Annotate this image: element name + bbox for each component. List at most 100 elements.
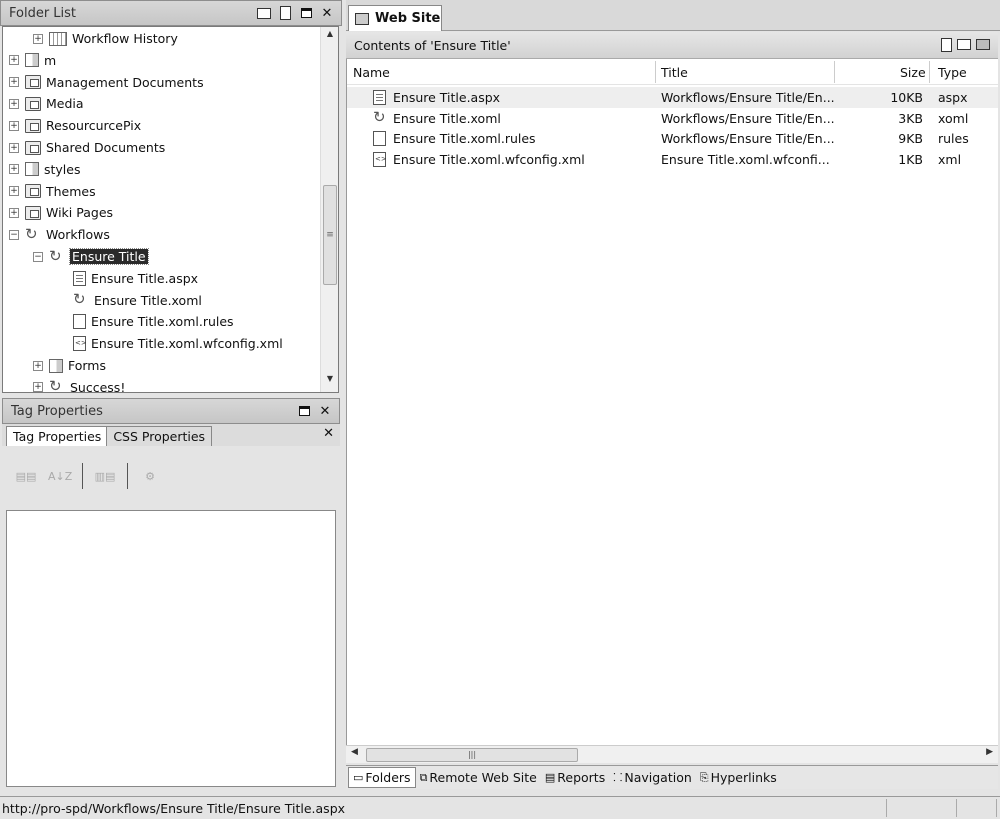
scroll-right-icon[interactable]: ▶ [986,747,993,757]
tree-item[interactable]: + m [9,50,56,71]
tree-item[interactable]: − Ensure Title [33,246,149,267]
tree-item[interactable]: Ensure Title.xoml [73,290,202,311]
maximize-icon[interactable] [298,6,314,20]
tree-item[interactable]: Ensure Title.aspx [73,268,198,289]
reports-icon: ▤ [544,771,556,784]
tree-item-label: ResourcurcePix [46,118,142,134]
expand-icon[interactable]: + [9,164,19,175]
expand-icon[interactable]: + [9,77,19,88]
file-row[interactable]: Ensure Title.xoml.wfconfig.xml Ensure Tit… [347,149,998,170]
tree-item[interactable]: + ResourcurcePix [9,115,141,136]
reports-view-button[interactable]: ▤ Reports [541,768,609,787]
tree-item[interactable]: + Success! [33,377,126,393]
folders-view-button[interactable]: ▭ Folders [348,767,416,788]
expand-icon[interactable]: + [9,55,19,66]
column-title[interactable]: Title [661,65,688,80]
expand-icon[interactable]: + [33,33,43,44]
tab-tag-properties[interactable]: Tag Properties [6,426,109,446]
up-folder-icon[interactable] [976,38,990,55]
remote-web-site-view-button[interactable]: ⧉ Remote Web Site [416,768,541,787]
tree-item[interactable]: + Wiki Pages [9,202,113,223]
column-size[interactable]: Size [900,65,926,80]
close-icon[interactable]: ✕ [319,6,335,21]
status-cell [956,799,996,817]
tree-item[interactable]: Ensure Title.xoml.rules [73,311,234,332]
file-row[interactable]: Ensure Title.xoml Workflows/Ensure Title/… [347,108,998,129]
xml-file-icon [73,336,87,352]
file-title: Ensure Title.xoml.wfconfi... [661,151,830,167]
horizontal-scrollbar[interactable]: ◀ ||| ▶ [346,745,998,763]
close-icon[interactable]: ✕ [317,404,333,419]
document-tabstrip: Web Site [346,0,1000,31]
folder-list-tree[interactable]: + Workflow History + m + Management Documents… [2,26,339,393]
library-folder-icon [25,118,41,133]
tree-item[interactable]: + Themes [9,181,96,202]
contents-header: Contents of 'Ensure Title' [346,32,998,59]
scroll-left-icon[interactable]: ◀ [351,747,358,757]
navigation-view-button[interactable]: ⸬ Navigation [609,768,696,787]
file-row[interactable]: Ensure Title.xoml.rules Workflows/Ensure … [347,128,998,149]
sort-az-icon[interactable]: A↓Z [48,470,72,483]
hyperlinks-view-button[interactable]: ⎘ Hyperlinks [696,768,781,787]
collapse-icon[interactable]: − [33,251,43,262]
tree-item[interactable]: + Shared Documents [9,137,165,158]
tab-web-site[interactable]: Web Site [348,5,442,31]
tree-item[interactable]: Ensure Title.xoml.wfconfig.xml [73,333,283,354]
file-type: xoml [938,110,969,126]
tree-item-label: Themes [46,183,96,199]
tree-item-label: Media [46,96,84,112]
blank-file-icon [73,314,86,330]
tree-item-label: Management Documents [46,74,204,90]
expand-icon[interactable]: + [33,360,43,371]
categorized-icon[interactable]: ▤▤ [14,470,38,483]
collapse-icon[interactable]: − [9,229,19,240]
file-row[interactable]: Ensure Title.aspx Workflows/Ensure Title/… [347,87,998,108]
tag-properties-icon[interactable]: ⚙ [138,470,162,483]
scroll-down-icon[interactable]: ▼ [321,374,338,390]
workflow-folder-icon [25,225,41,243]
tab-css-properties[interactable]: CSS Properties [106,426,213,446]
tree-item-label: Ensure Title [69,248,149,265]
expand-icon[interactable]: + [9,207,19,218]
scroll-thumb[interactable]: ||| [366,748,578,762]
tree-item[interactable]: + Forms [33,355,106,376]
tree-item[interactable]: + styles [9,159,81,180]
new-page-icon[interactable] [941,38,952,55]
expand-icon[interactable]: + [33,382,43,392]
tree-item[interactable]: + Workflow History [33,28,178,49]
expand-icon[interactable]: + [9,98,19,109]
library-folder-icon [25,96,41,111]
plain-folder-icon [25,162,39,177]
list-icon [49,31,67,46]
maximize-icon[interactable] [296,404,312,418]
tree-item[interactable]: − Workflows [9,224,110,245]
scroll-thumb[interactable]: ≡ [323,185,337,285]
column-type[interactable]: Type [938,65,967,80]
scroll-up-icon[interactable]: ▲ [321,29,338,45]
expand-icon[interactable]: + [9,186,19,197]
tree-item[interactable]: + Management Documents [9,72,204,93]
status-bar: http://pro-spd/Workflows/Ensure Title/En… [0,796,1000,819]
new-folder-icon[interactable] [256,6,272,20]
tree-item[interactable]: + Media [9,93,84,114]
status-cells [886,799,1000,817]
show-set-properties-icon[interactable]: ▥▤ [93,470,117,483]
properties-grid[interactable] [6,510,336,787]
xoml-file-icon [73,290,89,308]
plain-folder-icon [49,358,63,373]
tree-item-label: styles [44,161,81,177]
folder-list-title: Folder List [9,5,77,21]
toolbar-separator [127,463,128,489]
vertical-scrollbar[interactable]: ▲ ≡ ▼ [320,27,338,392]
new-page-icon[interactable] [277,6,293,20]
column-name[interactable]: Name [353,65,390,80]
expand-icon[interactable]: + [9,120,19,131]
new-folder-icon[interactable] [957,38,971,55]
close-icon[interactable]: ✕ [323,426,334,441]
tree-item-label: Success! [70,379,126,393]
file-size: 1KB [898,151,923,167]
web-site-panel: Web Site Contents of 'Ensure Title' Name… [346,0,1000,795]
expand-icon[interactable]: + [9,142,19,153]
folder-tree: + Workflow History + m + Management Documents… [3,27,320,392]
tag-properties-title: Tag Properties [11,403,103,419]
